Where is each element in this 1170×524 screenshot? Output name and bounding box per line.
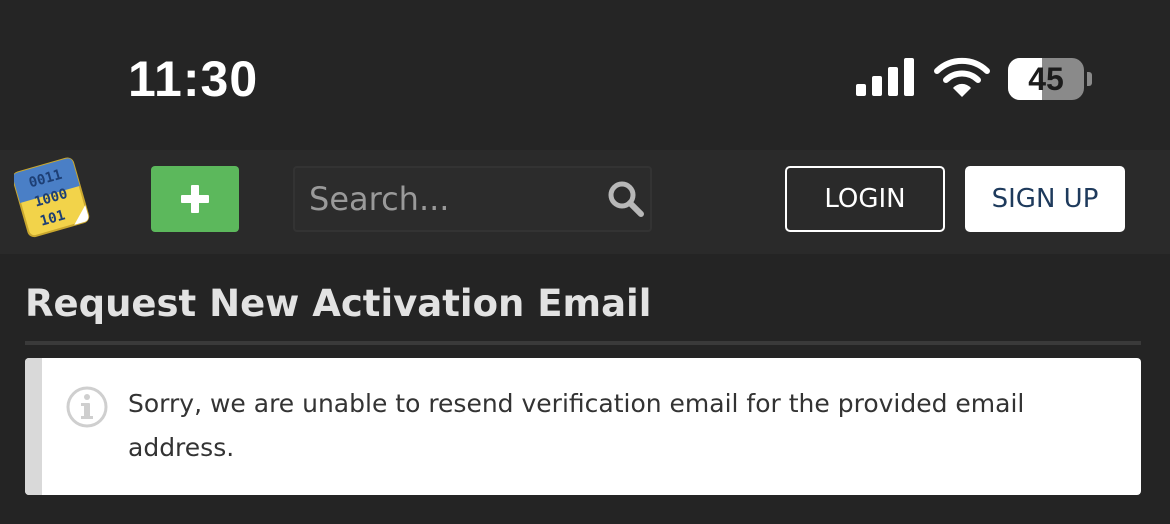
signup-button[interactable]: SIGN UP [965, 166, 1125, 232]
alert-accent-bar [25, 358, 42, 495]
page-title: Request New Activation Email [25, 282, 652, 325]
cellular-signal-icon [856, 58, 914, 96]
title-divider [25, 341, 1141, 345]
main-content: Request New Activation Email Sorry, we a… [0, 254, 1170, 524]
binary-note-logo[interactable]: 0011 1000 101 [14, 156, 90, 240]
add-button[interactable] [151, 166, 239, 232]
wifi-icon [934, 57, 990, 97]
info-alert: Sorry, we are unable to resend verificat… [25, 358, 1141, 495]
info-icon [66, 386, 108, 428]
search-input[interactable] [309, 168, 599, 230]
site-navbar: 0011 1000 101 LOGIN SIGN UP [0, 150, 1170, 254]
alert-message: Sorry, we are unable to resend verificat… [128, 389, 1025, 462]
search-icon[interactable] [607, 180, 645, 218]
status-bar: 11:30 45 [0, 0, 1170, 150]
battery-level: 45 [1028, 61, 1064, 97]
search-box [293, 166, 652, 232]
battery-icon: 45 [1008, 58, 1092, 100]
login-button[interactable]: LOGIN [785, 166, 945, 232]
plus-icon [181, 185, 209, 213]
status-time: 11:30 [128, 51, 259, 107]
